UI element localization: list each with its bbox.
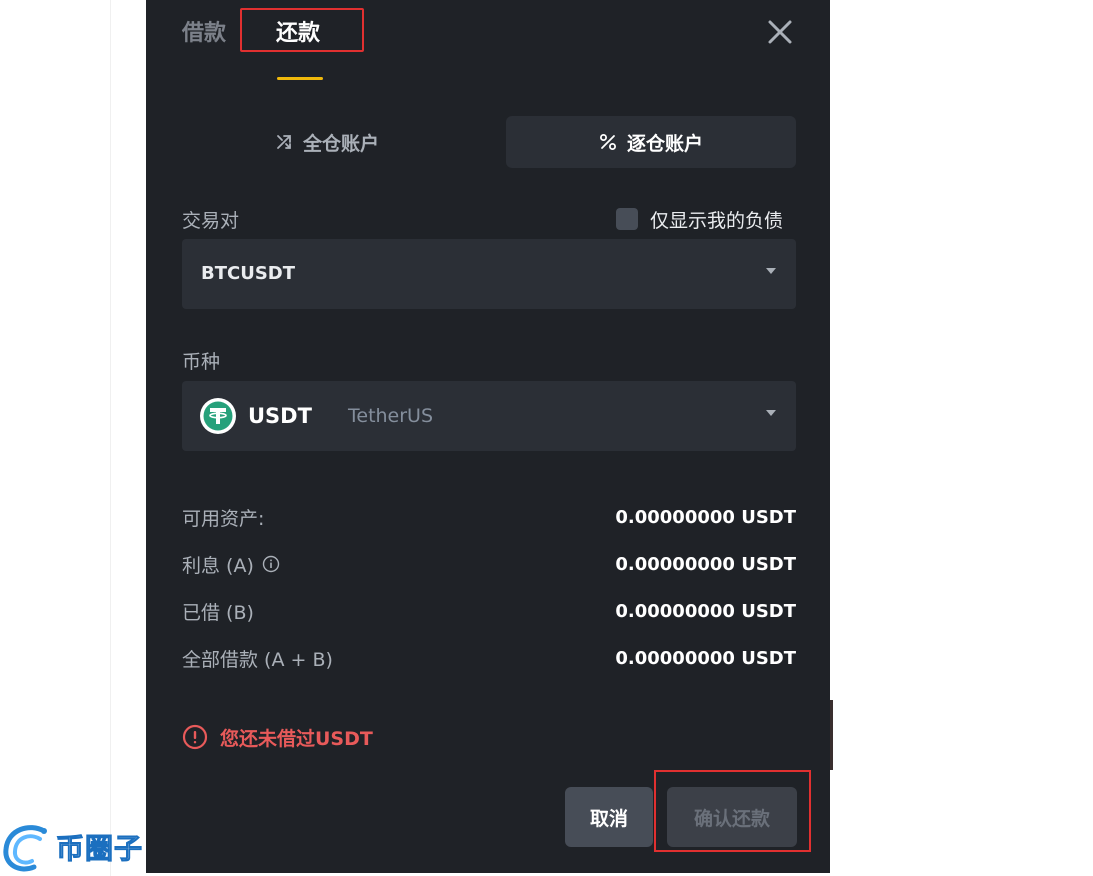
info-key: 已借 (B) [182, 601, 254, 624]
isolated-account-label: 逐仓账户 [626, 132, 703, 155]
info-key: 可用资产: [182, 507, 265, 530]
cross-account-label: 全仓账户 [302, 132, 379, 155]
tether-icon [200, 398, 236, 434]
watermark-logo: 币圈子 [0, 818, 150, 876]
info-row-borrowed: 已借 (B) 0.00000000 USDT [182, 596, 796, 626]
no-borrow-warning: 您还未借过USDT [182, 722, 373, 752]
info-value: 0.00000000 USDT [615, 553, 796, 575]
warning-text: 您还未借过USDT [220, 727, 373, 750]
info-key: 利息 (A) [182, 554, 254, 577]
info-circle-icon[interactable] [262, 555, 280, 573]
tab-borrow[interactable]: 借款 [182, 14, 226, 54]
tab-repay-highlight-box [240, 8, 364, 52]
info-value: 0.00000000 USDT [615, 600, 796, 622]
repay-dialog: 借款 还款 全仓账户 逐仓账户 交易对 仅显示我的负债 BTCUSDT 币种 U… [146, 0, 830, 873]
coin-name: TetherUS [348, 405, 434, 427]
info-row-available: 可用资产: 0.00000000 USDT [182, 502, 796, 532]
page: 借款 还款 全仓账户 逐仓账户 交易对 仅显示我的负债 BTCUSDT 币种 U… [0, 0, 1093, 876]
background-divider [110, 0, 111, 876]
info-key-wrap: 利息 (A) [182, 551, 280, 578]
cancel-button[interactable]: 取消 [565, 787, 653, 847]
confirm-highlight-box [654, 770, 811, 852]
only-my-debt-toggle[interactable]: 仅显示我的负债 [616, 206, 783, 232]
only-my-debt-checkbox[interactable] [616, 208, 638, 230]
coin-symbol: USDT [248, 404, 312, 428]
info-row-total: 全部借款 (A + B) 0.00000000 USDT [182, 643, 796, 673]
close-icon [768, 20, 792, 44]
percent-icon [599, 133, 617, 151]
info-value: 0.00000000 USDT [615, 647, 796, 669]
trading-pair-select[interactable]: BTCUSDT [182, 239, 796, 309]
close-button[interactable] [764, 16, 796, 48]
watermark-text: 币圈子 [55, 832, 144, 866]
caret-down-icon [766, 410, 776, 416]
tab-cross-account[interactable]: 全仓账户 [182, 116, 472, 168]
coin-select[interactable]: USDT TetherUS [182, 381, 796, 451]
logo-swirl-icon [3, 825, 47, 872]
coin-label: 币种 [182, 351, 221, 373]
caret-down-icon [766, 268, 776, 274]
info-value: 0.00000000 USDT [615, 506, 796, 528]
trading-pair-label: 交易对 [182, 210, 240, 232]
tab-isolated-account[interactable]: 逐仓账户 [506, 116, 796, 168]
cross-arrows-icon [275, 133, 293, 151]
info-row-interest: 利息 (A) 0.00000000 USDT [182, 549, 796, 579]
info-key: 全部借款 (A + B) [182, 648, 333, 671]
trading-pair-value: BTCUSDT [201, 263, 296, 284]
warning-circle-icon [182, 724, 208, 750]
active-tab-underline [277, 77, 323, 80]
only-my-debt-label: 仅显示我的负债 [650, 209, 784, 232]
